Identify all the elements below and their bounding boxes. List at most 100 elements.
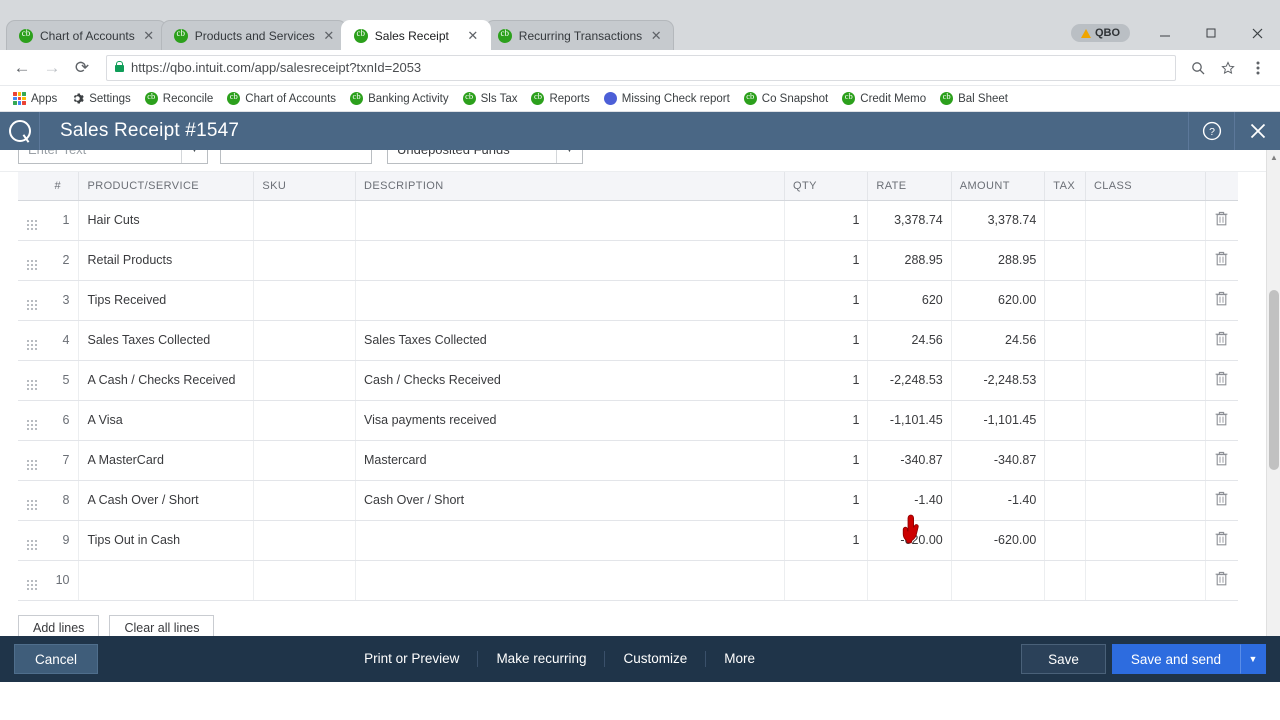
cell-sku[interactable]	[253, 520, 356, 561]
cell-qty[interactable]: 1	[784, 440, 869, 481]
customer-field[interactable]: Enter Text ▼	[18, 150, 208, 164]
cell-rate[interactable]: 288.95	[867, 240, 952, 281]
table-row[interactable]: 1 Hair Cuts 1 3,378.74 3,378.74	[18, 200, 1238, 241]
bookmark-settings[interactable]: Settings	[64, 90, 138, 107]
cell-product[interactable]	[78, 560, 255, 601]
cell-product[interactable]: Hair Cuts	[78, 200, 255, 241]
cell-sku[interactable]	[253, 320, 356, 361]
cell-rate[interactable]: 3,378.74	[867, 200, 952, 241]
trash-icon[interactable]	[1215, 251, 1228, 269]
tab-close-icon[interactable]: ✕	[466, 28, 480, 44]
cell-description[interactable]	[355, 200, 786, 241]
tab-close-icon[interactable]: ✕	[142, 28, 156, 44]
cell-product[interactable]: Retail Products	[78, 240, 255, 281]
scrollbar-thumb[interactable]	[1269, 290, 1279, 470]
trash-icon[interactable]	[1215, 451, 1228, 469]
cell-sku[interactable]	[253, 400, 356, 441]
drag-handle-icon[interactable]	[18, 480, 47, 521]
cell-description[interactable]	[355, 560, 786, 601]
delete-row-button[interactable]	[1205, 360, 1238, 401]
cell-tax[interactable]	[1044, 200, 1086, 241]
kebab-menu-icon[interactable]	[1244, 54, 1272, 82]
cell-description[interactable]	[355, 280, 786, 321]
table-row[interactable]: 4 Sales Taxes Collected Sales Taxes Collec…	[18, 320, 1238, 361]
save-options-caret-icon[interactable]: ▼	[1240, 644, 1266, 674]
cell-description[interactable]: Cash / Checks Received	[355, 360, 786, 401]
close-icon[interactable]	[1234, 112, 1280, 150]
cell-tax[interactable]	[1044, 240, 1086, 281]
browser-tab-products-and-services[interactable]: Products and Services ✕	[160, 20, 347, 50]
cell-class[interactable]	[1085, 520, 1206, 561]
cell-description[interactable]: Mastercard	[355, 440, 786, 481]
cell-qty[interactable]: 1	[784, 400, 869, 441]
cancel-button[interactable]: Cancel	[14, 644, 99, 674]
cell-tax[interactable]	[1044, 520, 1086, 561]
cell-amount[interactable]: -2,248.53	[951, 360, 1046, 401]
zoom-search-icon[interactable]	[1184, 54, 1212, 82]
cell-rate[interactable]: -1.40	[867, 480, 952, 521]
cell-tax[interactable]	[1044, 400, 1086, 441]
browser-tab-sales-receipt[interactable]: Sales Receipt ✕	[340, 20, 491, 50]
window-maximize-button[interactable]	[1188, 16, 1234, 50]
cell-description[interactable]	[355, 520, 786, 561]
bookmark-apps[interactable]: Apps	[6, 90, 64, 107]
save-and-send-button[interactable]: Save and send	[1111, 644, 1240, 674]
reload-button-icon[interactable]: ⟳	[68, 54, 96, 82]
cell-amount[interactable]: -1.40	[951, 480, 1046, 521]
window-minimize-button[interactable]	[1142, 16, 1188, 50]
cell-description[interactable]: Cash Over / Short	[355, 480, 786, 521]
cell-sku[interactable]	[253, 240, 356, 281]
cell-description[interactable]: Visa payments received	[355, 400, 786, 441]
cell-product[interactable]: A Cash Over / Short	[78, 480, 255, 521]
cell-tax[interactable]	[1044, 440, 1086, 481]
cell-product[interactable]: Tips Received	[78, 280, 255, 321]
help-circle-icon[interactable]: ?	[1188, 112, 1234, 150]
delete-row-button[interactable]	[1205, 320, 1238, 361]
cell-amount[interactable]: 288.95	[951, 240, 1046, 281]
cell-class[interactable]	[1085, 480, 1206, 521]
bookmark-reports[interactable]: Reports	[524, 90, 596, 107]
cell-qty[interactable]: 1	[784, 480, 869, 521]
cell-amount[interactable]: 24.56	[951, 320, 1046, 361]
cell-qty[interactable]: 1	[784, 280, 869, 321]
cell-sku[interactable]	[253, 360, 356, 401]
cell-class[interactable]	[1085, 560, 1206, 601]
cell-tax[interactable]	[1044, 320, 1086, 361]
cell-class[interactable]	[1085, 440, 1206, 481]
cell-rate[interactable]: 620	[867, 280, 952, 321]
cell-product[interactable]: A Visa	[78, 400, 255, 441]
cell-rate[interactable]: -340.87	[867, 440, 952, 481]
delete-row-button[interactable]	[1205, 240, 1238, 281]
cell-tax[interactable]	[1044, 560, 1086, 601]
trash-icon[interactable]	[1215, 411, 1228, 429]
drag-handle-icon[interactable]	[18, 200, 47, 241]
cell-tax[interactable]	[1044, 360, 1086, 401]
trash-icon[interactable]	[1215, 331, 1228, 349]
table-row[interactable]: 7A MasterCard Mastercard 1 -340.87 -340.87	[18, 440, 1238, 481]
cell-sku[interactable]	[253, 200, 356, 241]
save-button[interactable]: Save	[1021, 644, 1106, 674]
bookmark-reconcile[interactable]: Reconcile	[138, 90, 221, 107]
cell-amount[interactable]: -620.00	[951, 520, 1046, 561]
cell-product[interactable]: A Cash / Checks Received	[78, 360, 255, 401]
browser-tab-chart-of-accounts[interactable]: Chart of Accounts ✕	[6, 20, 167, 50]
delete-row-button[interactable]	[1205, 280, 1238, 321]
bookmark-sls-tax[interactable]: Sls Tax	[456, 90, 525, 107]
cell-sku[interactable]	[253, 440, 356, 481]
cell-product[interactable]: Sales Taxes Collected	[78, 320, 255, 361]
browser-profile-chip[interactable]: QBO	[1070, 24, 1130, 42]
tab-close-icon[interactable]: ✕	[322, 28, 336, 44]
delete-row-button[interactable]	[1205, 440, 1238, 481]
delete-row-button[interactable]	[1205, 520, 1238, 561]
cell-sku[interactable]	[253, 560, 356, 601]
cell-amount[interactable]: -1,101.45	[951, 400, 1046, 441]
deposit-to-field[interactable]: Undeposited Funds ▼	[387, 150, 583, 164]
trash-icon[interactable]	[1215, 291, 1228, 309]
cell-tax[interactable]	[1044, 280, 1086, 321]
cell-amount[interactable]: 3,378.74	[951, 200, 1046, 241]
cell-rate[interactable]: 24.56	[867, 320, 952, 361]
cell-rate[interactable]: -620.00	[867, 520, 952, 561]
cell-class[interactable]	[1085, 360, 1206, 401]
delete-row-button[interactable]	[1205, 400, 1238, 441]
cell-rate[interactable]: -2,248.53	[867, 360, 952, 401]
